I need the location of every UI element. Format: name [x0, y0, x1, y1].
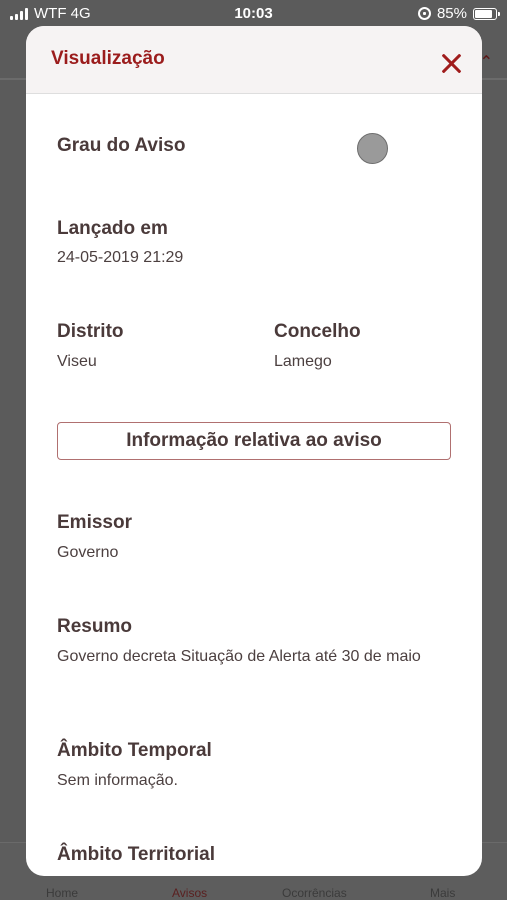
distrito-value: Viseu [57, 353, 97, 370]
concelho-label: Concelho [274, 321, 361, 342]
modal-title: Visualização [51, 48, 165, 69]
tab-mais[interactable]: Mais [430, 886, 455, 900]
status-right: 85% [417, 5, 500, 22]
lancado-value: 24-05-2019 21:29 [57, 249, 184, 266]
battery-icon [473, 7, 500, 20]
distrito-label: Distrito [57, 321, 124, 342]
battery-percent: 85% [436, 5, 467, 22]
resumo-label: Resumo [57, 616, 132, 637]
ambito-temporal-label: Âmbito Temporal [57, 740, 212, 761]
close-icon[interactable] [438, 50, 464, 76]
status-bar: WTF 4G 10:03 85% [0, 0, 507, 26]
info-aviso-button[interactable]: Informação relativa ao aviso [57, 422, 451, 460]
grau-indicator [357, 133, 388, 164]
resumo-value: Governo decreta Situação de Alerta até 3… [57, 648, 421, 665]
tab-ocorrencias[interactable]: Ocorrências [282, 886, 347, 900]
concelho-value: Lamego [274, 353, 332, 370]
ambito-temporal-value: Sem informação. [57, 772, 178, 789]
ambito-territorial-label: Âmbito Territorial [57, 844, 215, 865]
lancado-label: Lançado em [57, 218, 168, 239]
emissor-value: Governo [57, 544, 119, 561]
grau-label: Grau do Aviso [57, 135, 186, 156]
modal-header: Visualização [26, 26, 482, 94]
tab-home[interactable]: Home [46, 886, 78, 900]
tab-avisos[interactable]: Avisos [172, 886, 207, 900]
visualization-modal: Visualização Grau do Aviso Lançado em 24… [26, 26, 482, 876]
emissor-label: Emissor [57, 512, 132, 533]
rotation-lock-icon [417, 7, 431, 20]
battery-level [475, 9, 492, 18]
